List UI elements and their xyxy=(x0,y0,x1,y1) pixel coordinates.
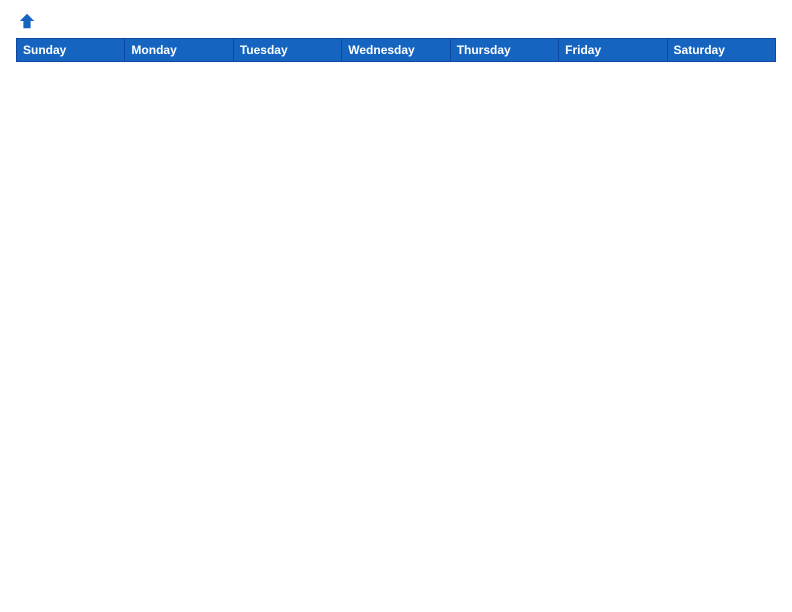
calendar-body xyxy=(17,62,776,602)
weekday-header: Tuesday xyxy=(233,39,341,62)
calendar-table: SundayMondayTuesdayWednesdayThursdayFrid… xyxy=(16,38,776,602)
weekday-row: SundayMondayTuesdayWednesdayThursdayFrid… xyxy=(17,39,776,62)
logo-icon xyxy=(18,12,36,30)
weekday-header: Monday xyxy=(125,39,233,62)
weekday-header: Wednesday xyxy=(342,39,450,62)
logo xyxy=(16,12,36,30)
weekday-header: Saturday xyxy=(667,39,775,62)
calendar-header: SundayMondayTuesdayWednesdayThursdayFrid… xyxy=(17,39,776,62)
weekday-header: Thursday xyxy=(450,39,558,62)
weekday-header: Friday xyxy=(559,39,667,62)
calendar: SundayMondayTuesdayWednesdayThursdayFrid… xyxy=(16,38,776,602)
weekday-header: Sunday xyxy=(17,39,125,62)
page: SundayMondayTuesdayWednesdayThursdayFrid… xyxy=(0,0,792,612)
header xyxy=(16,12,776,30)
